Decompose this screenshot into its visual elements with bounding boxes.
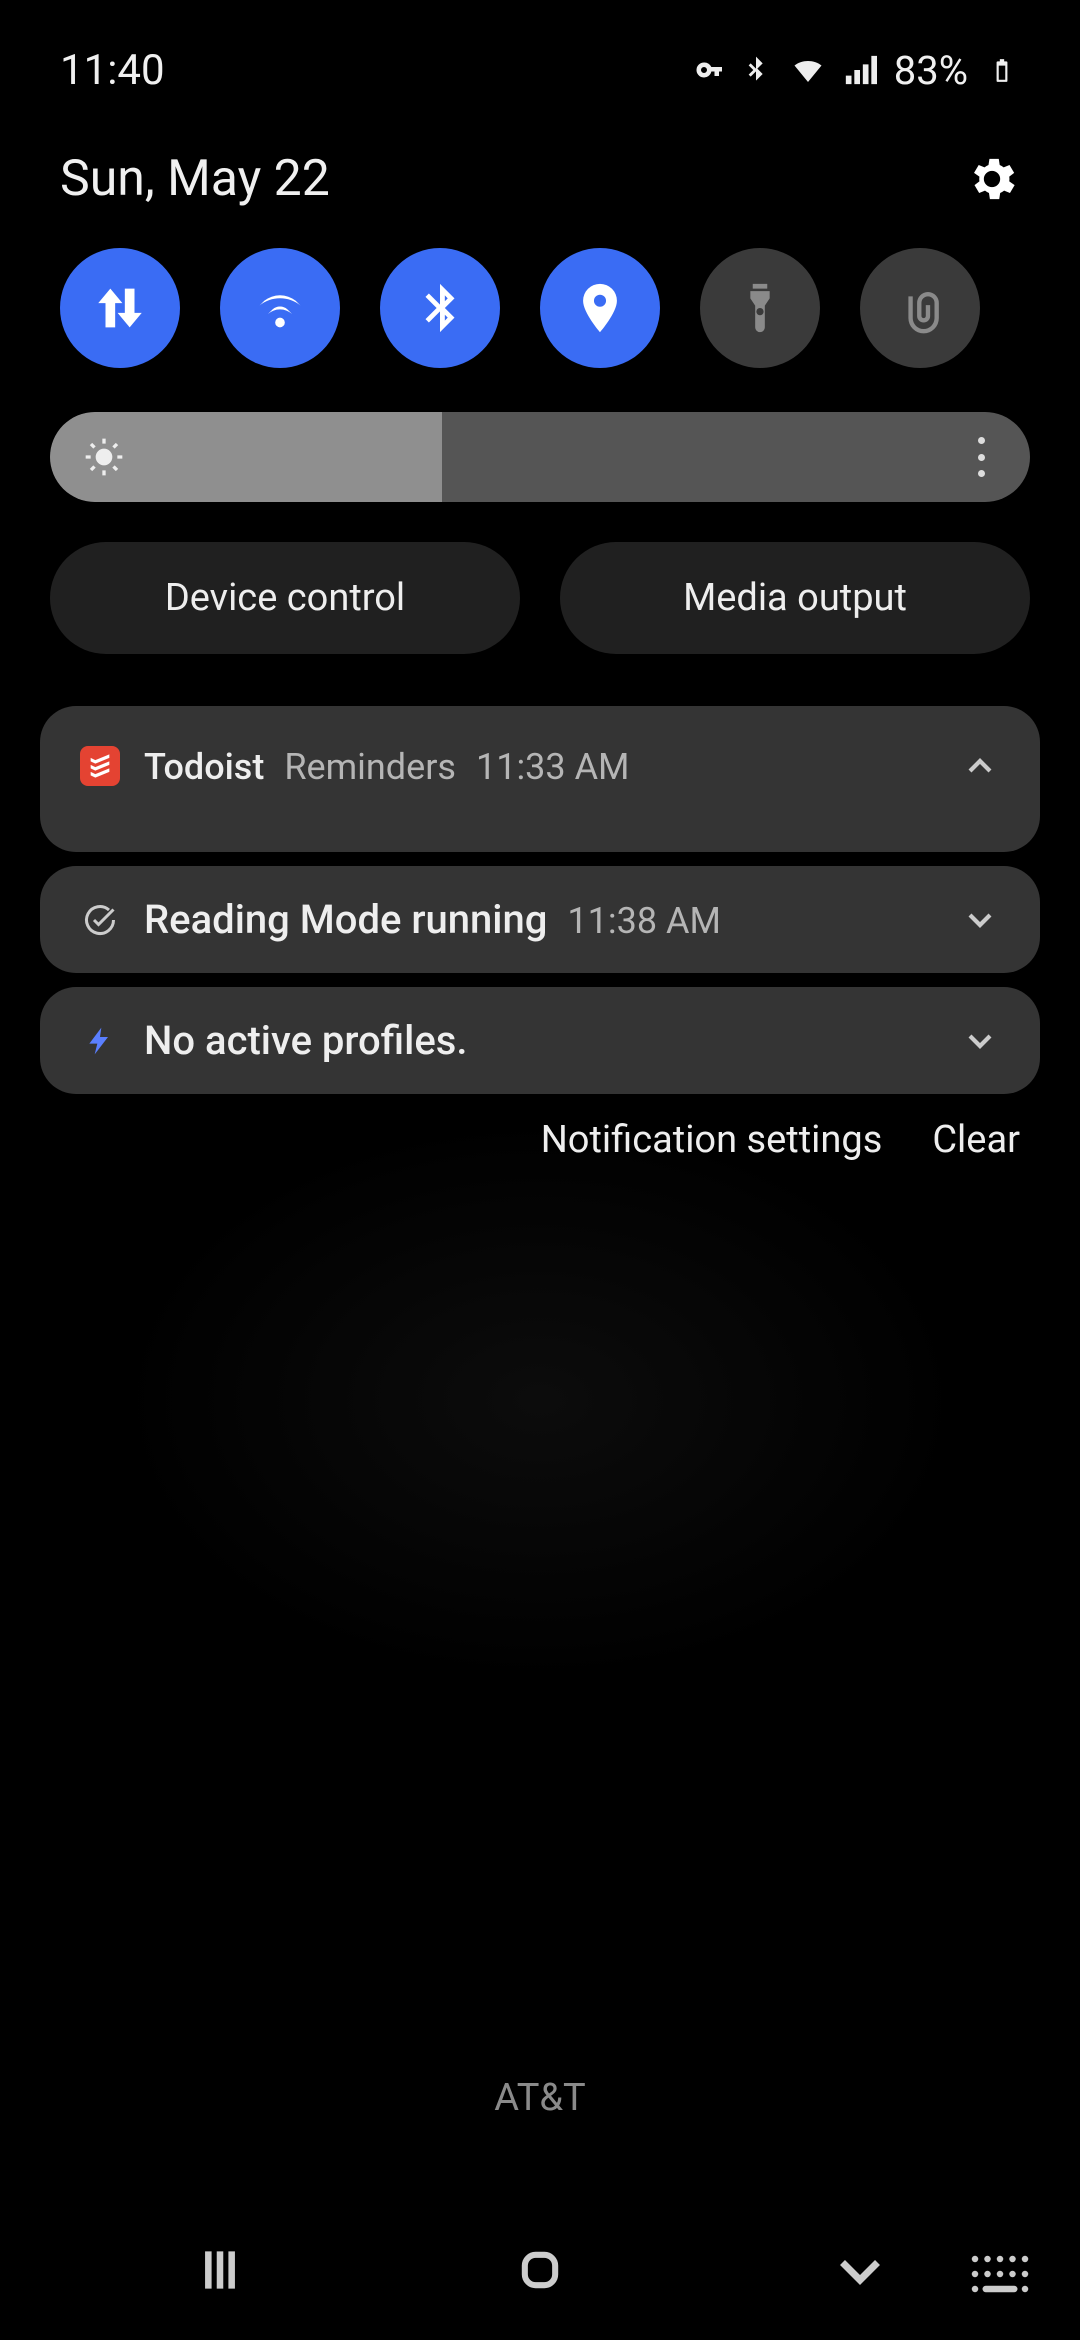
sun-icon <box>84 437 124 477</box>
qs-wifi[interactable] <box>220 248 340 368</box>
notification-time: 11:38 AM <box>567 900 721 942</box>
gear-icon <box>964 151 1020 207</box>
device-control-button[interactable]: Device control <box>50 542 520 654</box>
attachment-icon <box>891 279 949 337</box>
notification-header: Todoist Reminders 11:33 AM <box>144 746 936 788</box>
expand-button[interactable] <box>960 900 1000 940</box>
todoist-icon <box>80 746 120 786</box>
cell-signal-icon <box>842 52 878 88</box>
home-button[interactable] <box>490 2240 590 2300</box>
wifi-icon <box>790 52 826 88</box>
collapse-button[interactable] <box>960 746 1000 786</box>
recents-icon <box>192 2242 248 2298</box>
battery-icon <box>984 52 1020 88</box>
qs-mobile-data[interactable] <box>60 248 180 368</box>
quick-settings-row <box>0 228 1080 388</box>
bluetooth-icon <box>738 52 774 88</box>
bluetooth-icon <box>411 279 469 337</box>
chevron-down-icon <box>960 1021 1000 1061</box>
carrier-label: AT&T <box>0 2076 1080 2120</box>
qs-link-devices[interactable] <box>860 248 980 368</box>
recents-button[interactable] <box>170 2240 270 2300</box>
clear-button[interactable]: Clear <box>932 1118 1020 1162</box>
notification-body: No active profiles. <box>144 1017 936 1064</box>
status-icons: 83% <box>686 47 1020 94</box>
date-label[interactable]: Sun, May 22 <box>60 150 330 208</box>
notification-list: Todoist Reminders 11:33 AM Reading Mode … <box>40 706 1040 1094</box>
expand-button[interactable] <box>960 1021 1000 1061</box>
media-output-button[interactable]: Media output <box>560 542 1030 654</box>
shortcut-row: Device control Media output <box>50 542 1030 654</box>
notification-todoist[interactable]: Todoist Reminders 11:33 AM <box>40 706 1040 852</box>
brightness-more-button[interactable] <box>966 437 996 477</box>
notification-body: Reading Mode running 11:38 AM <box>144 896 936 943</box>
vpn-key-icon <box>686 52 722 88</box>
notification-actions: Notification settings Clear <box>60 1118 1020 1162</box>
location-icon <box>571 279 629 337</box>
qs-location[interactable] <box>540 248 660 368</box>
back-button[interactable] <box>810 2240 910 2300</box>
notification-channel: Reminders <box>284 746 456 788</box>
home-icon <box>514 2244 566 2296</box>
keyboard-switcher-button[interactable] <box>970 2254 1030 2294</box>
qs-flashlight[interactable] <box>700 248 820 368</box>
notification-time: 11:33 AM <box>476 746 630 788</box>
wifi-icon <box>251 279 309 337</box>
panel-header: Sun, May 22 <box>0 120 1080 228</box>
chevron-up-icon <box>960 746 1000 786</box>
chevron-down-icon <box>830 2240 890 2300</box>
bolt-icon <box>80 1021 120 1061</box>
keyboard-icon <box>970 2254 1030 2294</box>
notification-profiles[interactable]: No active profiles. <box>40 987 1040 1094</box>
settings-button[interactable] <box>964 151 1020 207</box>
media-output-label: Media output <box>683 576 907 620</box>
notification-settings-link[interactable]: Notification settings <box>541 1118 883 1162</box>
notification-title: No active profiles. <box>144 1017 467 1064</box>
status-time: 11:40 <box>60 46 165 95</box>
check-circle-icon <box>80 900 120 940</box>
qs-bluetooth[interactable] <box>380 248 500 368</box>
mobile-data-icon <box>91 279 149 337</box>
battery-percent: 83% <box>894 47 968 94</box>
navigation-bar <box>0 2200 1080 2340</box>
device-control-label: Device control <box>165 576 405 620</box>
notification-title: Reading Mode running <box>144 896 547 943</box>
status-bar: 11:40 83% <box>0 0 1080 120</box>
notification-app-name: Todoist <box>144 746 264 788</box>
notification-reading-mode[interactable]: Reading Mode running 11:38 AM <box>40 866 1040 973</box>
brightness-slider[interactable] <box>50 412 1030 502</box>
chevron-down-icon <box>960 900 1000 940</box>
flashlight-icon <box>731 279 789 337</box>
